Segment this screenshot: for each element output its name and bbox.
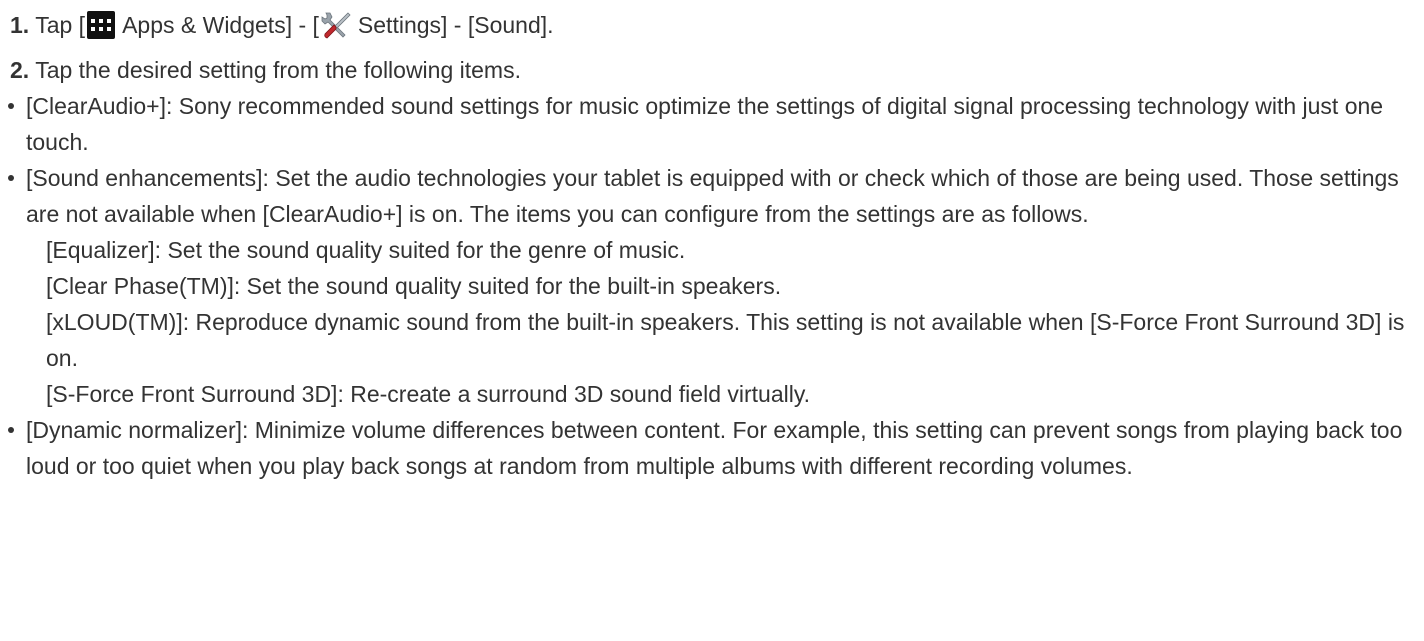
sub-item-clear-phase: [Clear Phase(TM)]: Set the sound quality… — [46, 273, 782, 299]
step-text: Tap the desired setting from the followi… — [35, 57, 521, 83]
settings-sound-label: Settings] - [Sound]. — [357, 12, 554, 38]
bullet-icon — [8, 175, 14, 181]
step-1: 1. Tap [ Apps & Widgets] - [ Settings] - [… — [6, 0, 1416, 52]
apps-widgets-label: Apps & Widgets] - [ — [122, 12, 319, 38]
apps-grid-icon — [87, 11, 116, 39]
step-number: 1. — [10, 12, 30, 38]
step-2: 2. Tap the desired setting from the follo… — [6, 52, 1416, 88]
bullet-icon — [8, 427, 14, 433]
list-item-clearaudio: [ClearAudio+]: Sony recommended sound se… — [6, 88, 1416, 160]
item-text: [Sound enhancements]: Set the audio tech… — [26, 165, 1399, 227]
step-tap-text: Tap [ — [35, 12, 86, 38]
sub-item-s-force: [S-Force Front Surround 3D]: Re-create a… — [46, 381, 811, 407]
bullet-icon — [8, 103, 14, 109]
sub-item-xloud: [xLOUD(TM)]: Reproduce dynamic sound fro… — [46, 309, 1405, 371]
sub-item-list: [Equalizer]: Set the sound quality suite… — [26, 232, 1416, 412]
step-number: 2. — [10, 57, 30, 83]
settings-item-list: [ClearAudio+]: Sony recommended sound se… — [6, 88, 1416, 484]
list-item-sound-enhancements: [Sound enhancements]: Set the audio tech… — [6, 160, 1416, 412]
sub-item-equalizer: [Equalizer]: Set the sound quality suite… — [46, 237, 686, 263]
item-text: [ClearAudio+]: Sony recommended sound se… — [26, 93, 1384, 155]
list-item-dynamic-normalizer: [Dynamic normalizer]: Minimize volume di… — [6, 412, 1416, 484]
help-page: 1. Tap [ Apps & Widgets] - [ Settings] - [… — [0, 0, 1424, 641]
item-text: [Dynamic normalizer]: Minimize volume di… — [26, 417, 1403, 479]
settings-tools-icon — [321, 12, 351, 39]
